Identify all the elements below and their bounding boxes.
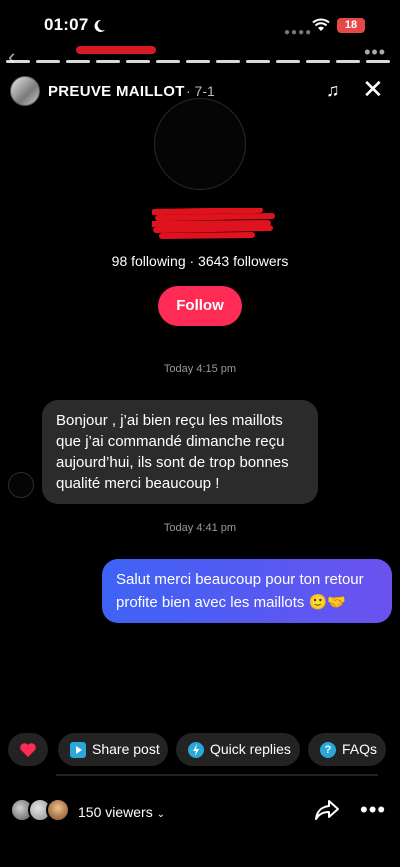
story-progress	[0, 60, 400, 64]
quick-replies-icon	[188, 741, 204, 758]
chevron-down-icon: ⌄	[156, 809, 165, 820]
outgoing-message: Salut merci beaucoup pour ton retour pro…	[102, 559, 392, 623]
heart-icon	[20, 742, 36, 757]
follow-button[interactable]: Follow	[158, 286, 242, 326]
signal-dots-icon: ●●●●	[284, 27, 313, 38]
redacted-name	[152, 208, 275, 239]
redacted-previous-title	[76, 46, 156, 54]
wifi-icon	[312, 18, 330, 31]
timestamp: Today 4:41 pm	[163, 522, 237, 534]
profile-avatar[interactable]	[154, 98, 246, 190]
more-icon[interactable]: •••	[360, 797, 386, 823]
battery-indicator: 18	[337, 18, 365, 33]
share-post-icon	[70, 741, 86, 758]
avatar[interactable]	[10, 76, 40, 106]
faq-icon: ?	[320, 741, 336, 758]
viewers-count[interactable]: 150 viewers ⌄	[78, 804, 165, 820]
like-chip[interactable]	[8, 733, 48, 766]
quick-actions: Share post Quick replies ? FAQs	[0, 733, 400, 767]
timestamp: Today 4:15 pm	[163, 363, 237, 375]
status-time: 01:07	[44, 15, 89, 34]
sender-avatar[interactable]	[8, 472, 34, 498]
status-bar: 01:07 ●●●● 18	[0, 0, 400, 54]
quick-replies-label: Quick replies	[210, 741, 291, 757]
close-icon[interactable]: ✕	[362, 76, 384, 102]
share-post-label: Share post	[92, 741, 160, 757]
quick-replies-chip[interactable]: Quick replies	[176, 733, 300, 766]
story-meta: · 7-1	[186, 83, 215, 99]
share-icon[interactable]	[314, 798, 340, 822]
follow-stats: 98 following · 3643 followers	[111, 253, 289, 269]
faqs-chip[interactable]: ? FAQs	[308, 733, 386, 766]
avatar	[46, 798, 70, 822]
music-icon[interactable]: ♫	[326, 80, 340, 101]
faqs-label: FAQs	[342, 741, 378, 757]
back-chevron-icon[interactable]: ‹	[8, 44, 15, 70]
divider	[56, 774, 378, 776]
moon-icon	[94, 19, 105, 32]
share-post-chip[interactable]: Share post	[58, 733, 168, 766]
username[interactable]: PREUVE MAILLOT	[48, 83, 185, 100]
incoming-message: Bonjour , j’ai bien reçu les maillots qu…	[42, 400, 318, 504]
